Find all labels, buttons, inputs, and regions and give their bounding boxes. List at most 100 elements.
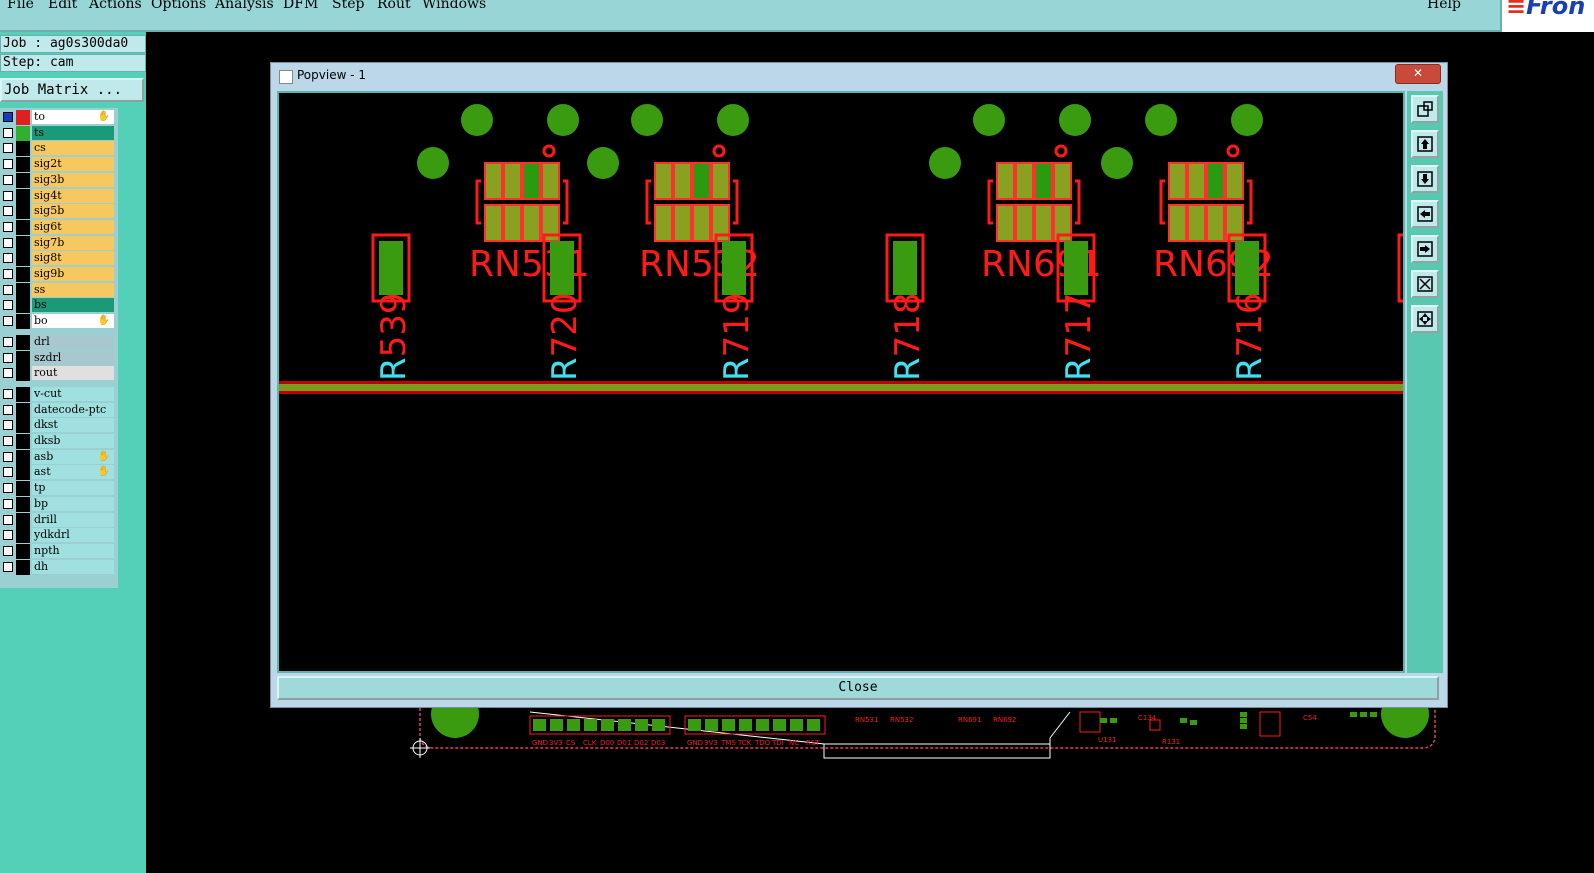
rn-pad xyxy=(1206,204,1225,242)
rn-pad xyxy=(654,162,673,200)
pan-right-icon[interactable] xyxy=(1411,235,1439,263)
layer-row-ydkdrl[interactable]: ydkdrl xyxy=(0,528,116,544)
layer-row-bo[interactable]: bo ✋ xyxy=(0,314,116,330)
layer-row-dkst[interactable]: dkst xyxy=(0,418,116,434)
layer-name: tp xyxy=(32,481,114,496)
menu-rout[interactable]: Rout xyxy=(377,0,411,12)
layer-checkbox[interactable] xyxy=(3,436,13,446)
layer-row-sig5b[interactable]: sig5b xyxy=(0,204,116,220)
layer-checkbox[interactable] xyxy=(3,530,13,541)
layer-row-ss[interactable]: ss xyxy=(0,282,116,298)
layer-row-v-cut[interactable]: v-cut xyxy=(0,386,116,402)
menu-options[interactable]: Options xyxy=(151,0,206,12)
layer-checkbox[interactable] xyxy=(3,483,13,494)
layer-row-drill[interactable]: drill xyxy=(0,512,116,528)
layer-checkbox[interactable] xyxy=(3,467,13,478)
layer-row-sig7b[interactable]: sig7b xyxy=(0,235,116,251)
layer-checkbox[interactable] xyxy=(3,237,13,248)
layer-checkbox[interactable] xyxy=(3,206,13,217)
layer-checkbox[interactable] xyxy=(3,545,13,556)
layer-row-dksb[interactable]: dksb xyxy=(0,434,116,449)
layer-checkbox[interactable] xyxy=(3,112,13,122)
close-icon[interactable]: ✕ xyxy=(1395,64,1441,84)
layer-checkbox[interactable] xyxy=(3,561,13,572)
layer-checkbox[interactable] xyxy=(3,143,13,154)
layer-row-bs[interactable]: bs xyxy=(0,298,116,314)
rn-pad xyxy=(1034,162,1053,200)
layer-checkbox[interactable] xyxy=(3,368,13,379)
layer-row-npth[interactable]: npth xyxy=(0,543,116,559)
layer-name: sig6t xyxy=(32,219,114,234)
layer-checkbox[interactable] xyxy=(3,388,13,399)
layer-row-sig4t[interactable]: sig4t xyxy=(0,188,116,204)
layer-row-sig2t[interactable]: sig2t xyxy=(0,157,116,173)
popview-titlebar[interactable]: Popview - 1 ✕ xyxy=(271,63,1447,89)
pan-up-icon[interactable] xyxy=(1411,130,1439,158)
menu-analysis[interactable]: Analysis xyxy=(215,0,274,12)
job-matrix-button[interactable]: Job Matrix ... xyxy=(0,78,144,102)
layer-row-asb[interactable]: asb ✋ xyxy=(0,449,116,465)
layer-checkbox[interactable] xyxy=(3,253,13,264)
layer-color-swatch xyxy=(16,496,30,512)
layer-checkbox[interactable] xyxy=(3,190,13,201)
close-button[interactable]: Close xyxy=(277,676,1439,700)
outline xyxy=(1159,179,1165,225)
layer-row-to[interactable]: to ✋ xyxy=(0,110,116,125)
layer-checkbox[interactable] xyxy=(3,420,13,431)
layer-row-szdrl[interactable]: szdrl xyxy=(0,350,116,366)
layer-color-swatch xyxy=(16,157,30,173)
layer-checkbox[interactable] xyxy=(3,221,13,232)
layer-row-dh[interactable]: dh xyxy=(0,559,116,575)
layer-row-datecode-ptc[interactable]: datecode-ptc xyxy=(0,402,116,418)
layer-row-rout[interactable]: rout xyxy=(0,366,116,382)
zoom-window-icon[interactable] xyxy=(1411,95,1439,123)
layer-checkbox[interactable] xyxy=(3,269,13,279)
layer-checkbox[interactable] xyxy=(3,159,13,170)
layer-checkbox[interactable] xyxy=(3,300,13,311)
layer-checkbox[interactable] xyxy=(3,451,13,462)
layer-checkbox[interactable] xyxy=(3,174,13,185)
layer-checkbox[interactable] xyxy=(3,284,13,295)
part-label: R131 xyxy=(1162,738,1180,746)
layer-checkbox[interactable] xyxy=(3,127,13,138)
connector-pin xyxy=(567,719,580,731)
menu-actions[interactable]: Actions xyxy=(89,0,142,12)
pcb-canvas[interactable]: RN531 RN532 RN691 RN692 R539 R720 R719 R718 R717… xyxy=(277,91,1409,673)
layer-row-drl[interactable]: drl xyxy=(0,334,116,350)
layer-row-sig9b[interactable]: sig9b xyxy=(0,267,116,282)
layer-checkbox[interactable] xyxy=(3,514,13,525)
menu-step[interactable]: Step xyxy=(332,0,364,12)
layer-row-ts[interactable]: ts xyxy=(0,125,116,141)
layer-checkbox[interactable] xyxy=(3,352,13,363)
layer-checkbox[interactable] xyxy=(3,498,13,509)
smd-pad xyxy=(1240,712,1247,717)
rn-pad xyxy=(484,204,503,242)
connector-pin xyxy=(652,719,665,731)
menu-windows[interactable]: Windows xyxy=(422,0,486,12)
rn-pad xyxy=(996,162,1015,200)
via xyxy=(461,104,493,136)
layer-name: npth xyxy=(32,543,114,558)
layer-row-cs[interactable]: cs xyxy=(0,141,116,157)
resistor-label: R719 xyxy=(717,292,757,381)
menu-file[interactable]: File xyxy=(7,0,34,12)
layer-row-bp[interactable]: bp xyxy=(0,496,116,512)
layer-checkbox[interactable] xyxy=(3,404,13,415)
layer-row-ast[interactable]: ast ✋ xyxy=(0,465,116,481)
layer-row-sig3b[interactable]: sig3b xyxy=(0,172,116,188)
layer-row-sig8t[interactable]: sig8t xyxy=(0,251,116,267)
zoom-fit-icon[interactable] xyxy=(1411,270,1439,298)
menu-edit[interactable]: Edit xyxy=(48,0,77,12)
layer-row-tp[interactable]: tp xyxy=(0,481,116,497)
layer-color-swatch xyxy=(16,188,30,204)
layer-color-swatch xyxy=(16,543,30,559)
layer-checkbox[interactable] xyxy=(3,336,13,347)
pan-down-icon[interactable] xyxy=(1411,165,1439,193)
pan-left-icon[interactable] xyxy=(1411,200,1439,228)
menu-help[interactable]: Help xyxy=(1427,0,1461,12)
menu-dfm[interactable]: DFM xyxy=(283,0,318,12)
pin-label: D03 xyxy=(651,739,665,747)
layer-checkbox[interactable] xyxy=(3,316,13,327)
zoom-home-icon[interactable] xyxy=(1411,305,1439,333)
layer-row-sig6t[interactable]: sig6t xyxy=(0,219,116,235)
